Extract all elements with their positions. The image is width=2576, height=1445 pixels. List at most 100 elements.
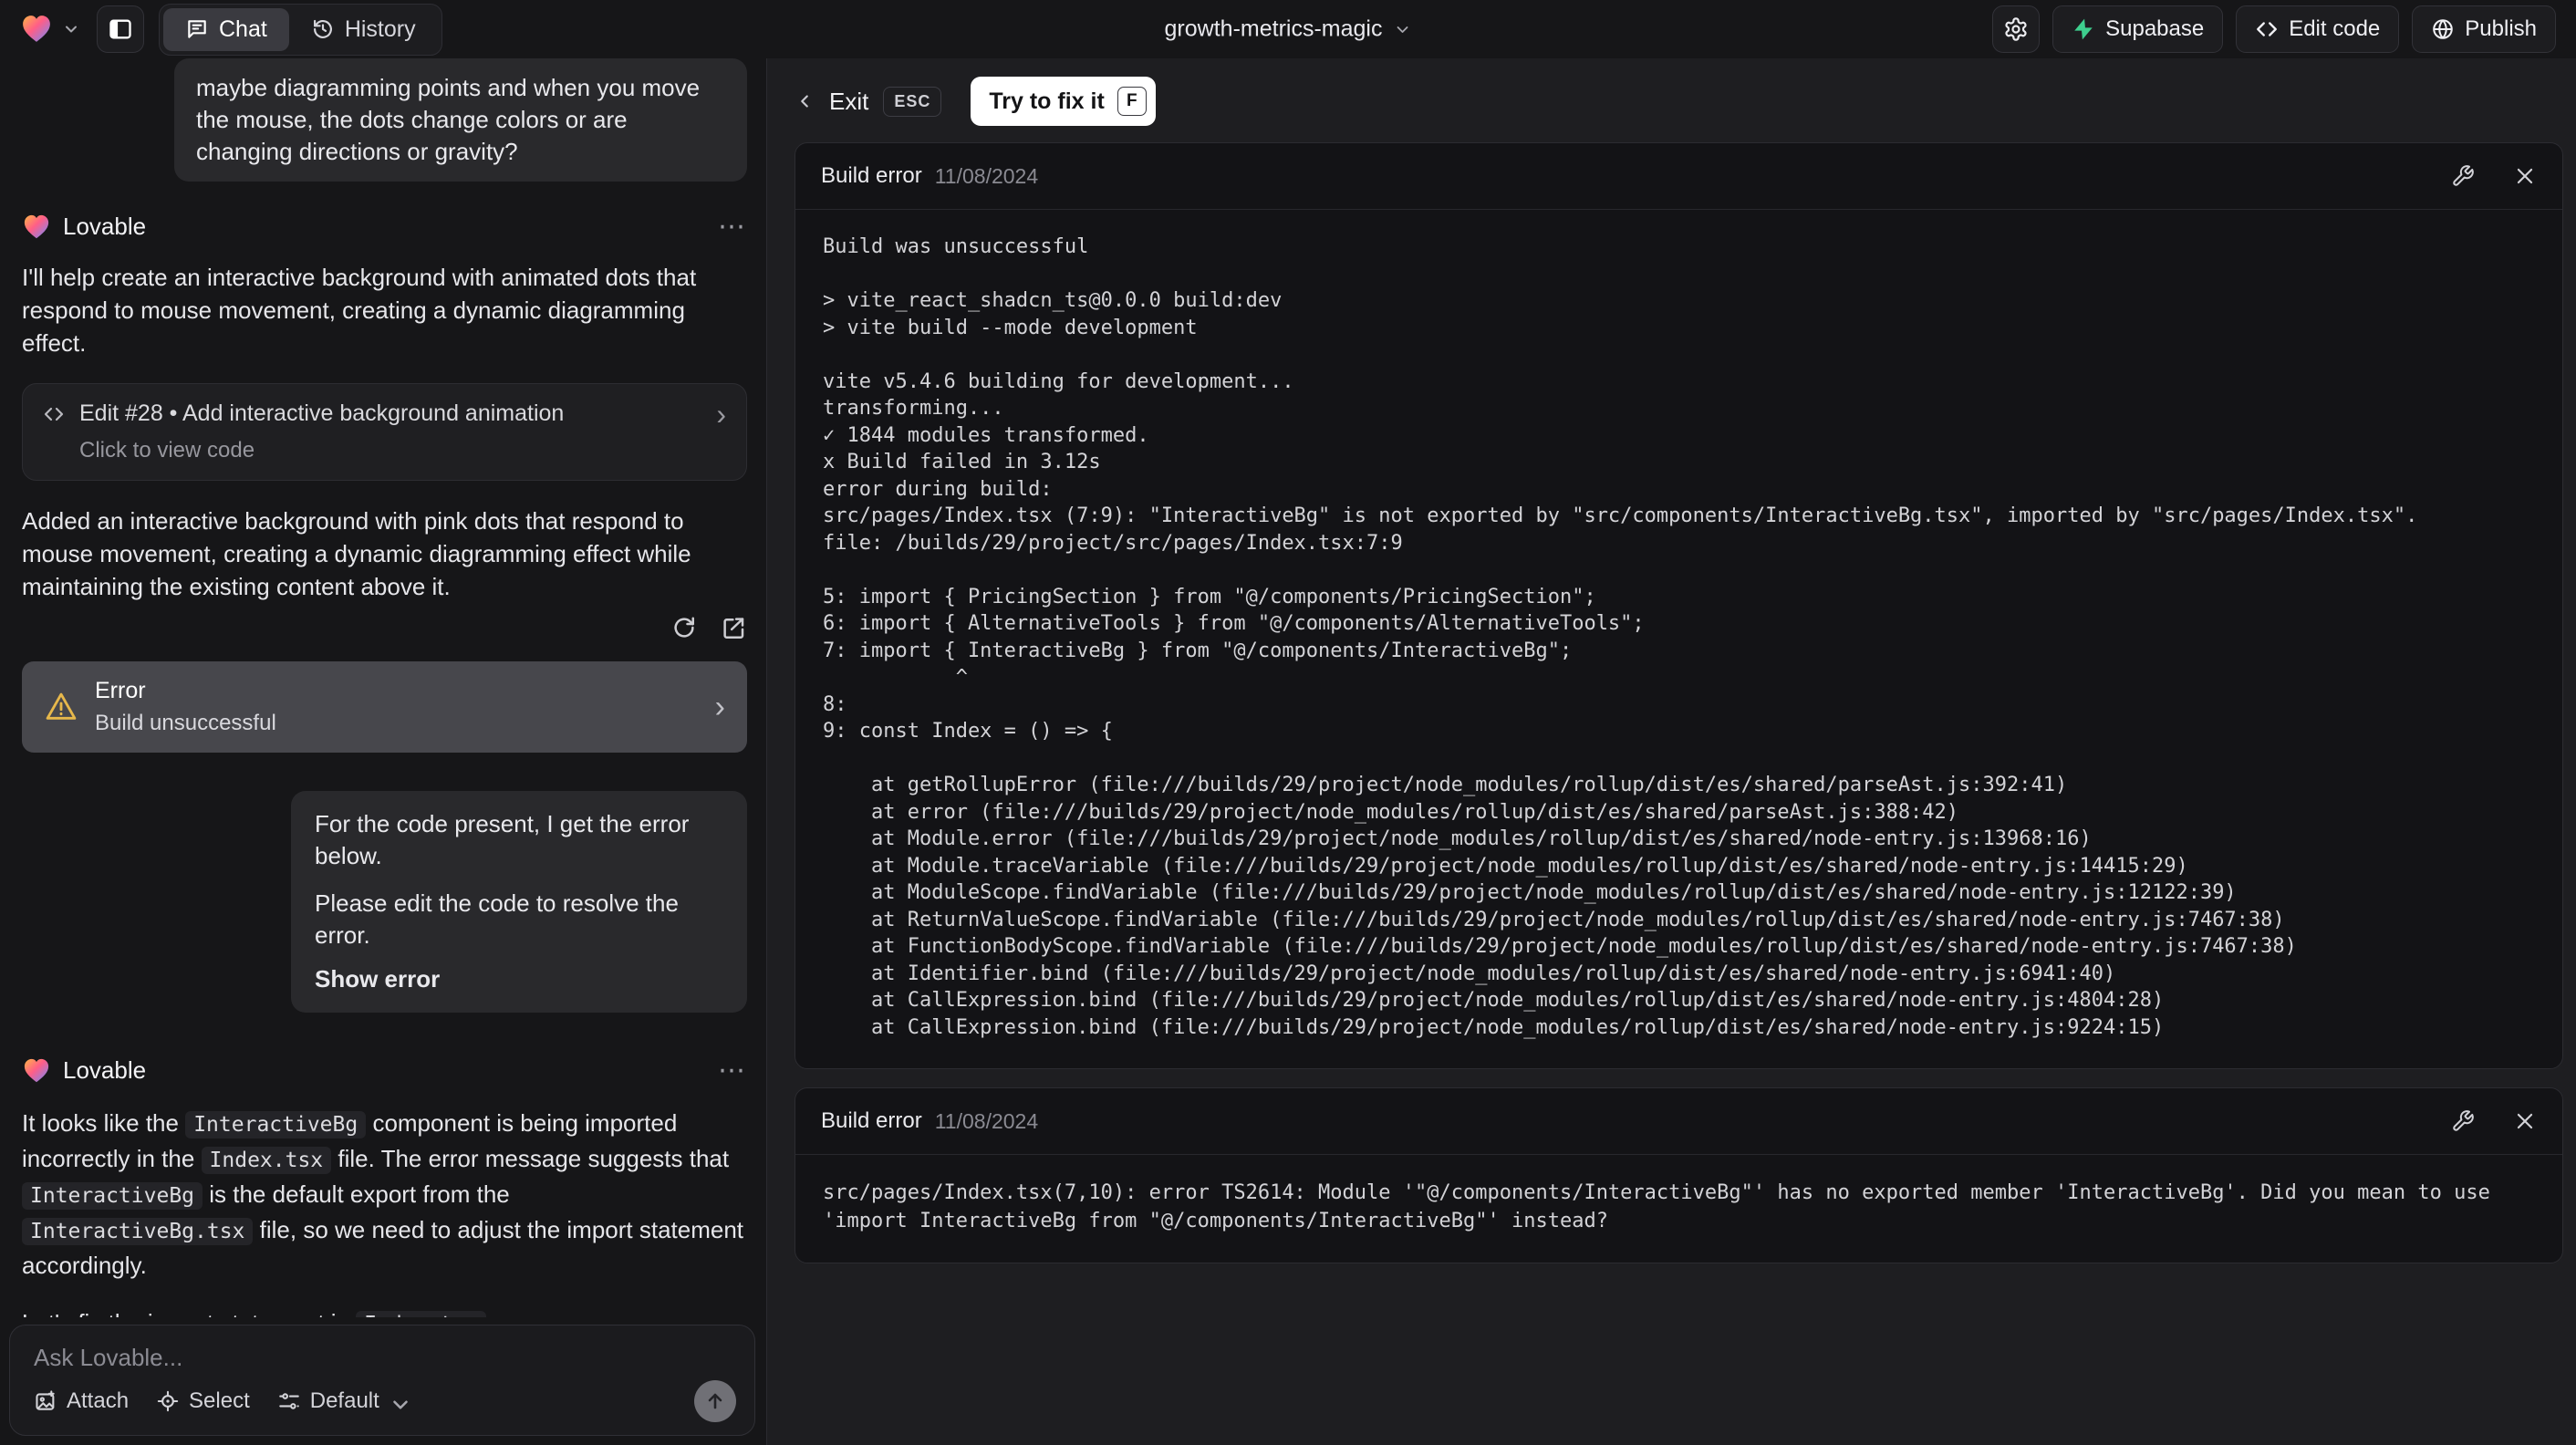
try-to-fix-button[interactable]: Try to fix it F: [971, 77, 1156, 126]
publish-button[interactable]: Publish: [2412, 5, 2556, 53]
assistant-message: Added an interactive background with pin…: [22, 507, 691, 600]
chevron-right-icon: ›: [716, 397, 726, 431]
tab-chat-label: Chat: [219, 16, 267, 42]
sliders-icon: [278, 1393, 299, 1409]
build-error-card-1: Build error 11/08/2024 Build was unsucce…: [795, 142, 2563, 1069]
main-split: maybe diagramming points and when you mo…: [0, 58, 2576, 1445]
wrench-icon[interactable]: [2451, 1109, 2475, 1133]
send-button[interactable]: [694, 1380, 736, 1422]
lovable-heart-icon: [23, 16, 50, 42]
error-card-subtitle: Build unsuccessful: [95, 711, 276, 735]
error-card-title: Error: [95, 678, 146, 703]
chat-history-tabs: Chat History: [159, 3, 442, 56]
build-error-list: Build error 11/08/2024 Build was unsucce…: [767, 137, 2576, 1263]
user-message-line: Please edit the code to resolve the erro…: [315, 889, 679, 949]
image-attach-icon: [36, 1390, 55, 1410]
preview-panel: Exit ESC Try to fix it F Build error 11/…: [767, 58, 2576, 1445]
build-error-card-2: Build error 11/08/2024 src/pages/Index.t…: [795, 1087, 2563, 1263]
select-button[interactable]: Select: [156, 1388, 250, 1414]
chat-panel: maybe diagramming points and when you mo…: [0, 58, 767, 1445]
more-menu-icon[interactable]: ⋯: [718, 1055, 747, 1086]
topbar-actions: Supabase Edit code Publish: [1992, 5, 2556, 53]
chevron-down-icon: [1393, 20, 1411, 38]
assistant-header: Lovable ⋯: [22, 1055, 747, 1086]
assistant-message: Let's fix the import statement in Index.…: [22, 1306, 747, 1317]
refresh-icon[interactable]: [670, 614, 698, 641]
publish-label: Publish: [2465, 16, 2537, 41]
build-error-title: Build error: [821, 163, 922, 188]
globe-icon: [2433, 19, 2454, 39]
wrench-icon[interactable]: [2451, 164, 2475, 188]
lovable-heart-icon: [24, 214, 49, 238]
chat-message-list[interactable]: maybe diagramming points and when you mo…: [0, 58, 766, 1317]
assistant-message: I'll help create an interactive backgrou…: [22, 264, 697, 357]
build-error-date: 11/08/2024: [934, 163, 1039, 188]
esc-key-badge: ESC: [883, 86, 942, 117]
message-actions: [22, 614, 747, 641]
panel-toggle-icon: [109, 19, 131, 39]
show-error-link[interactable]: Show error: [315, 963, 723, 995]
user-message: maybe diagramming points and when you mo…: [174, 58, 747, 182]
edit-code-button[interactable]: Edit code: [2236, 5, 2400, 53]
build-log: src/pages/Index.tsx(7,10): error TS2614:…: [823, 1181, 2503, 1232]
edit-card-28[interactable]: Edit #28 • Add interactive background an…: [22, 383, 747, 481]
code-icon: [44, 407, 64, 421]
build-error-header: Build error 11/08/2024: [795, 143, 2562, 210]
project-switcher[interactable]: growth-metrics-magic: [1165, 16, 1412, 43]
project-name: growth-metrics-magic: [1164, 16, 1383, 42]
lovable-heart-icon: [24, 1058, 49, 1082]
supabase-button[interactable]: Supabase: [2052, 5, 2224, 53]
assistant-message: It looks like the InteractiveBg componen…: [22, 1109, 744, 1279]
edit-card-title: Edit #28 • Add interactive background an…: [79, 400, 565, 426]
close-icon[interactable]: [2513, 1109, 2537, 1133]
user-message: For the code present, I get the error be…: [291, 791, 747, 1013]
f-key-badge: F: [1117, 87, 1147, 116]
more-menu-icon[interactable]: ⋯: [718, 211, 747, 243]
attach-label: Attach: [67, 1388, 130, 1413]
history-icon: [313, 19, 332, 38]
build-error-header: Build error 11/08/2024: [795, 1088, 2562, 1155]
chevron-down-icon: [389, 1393, 408, 1409]
gear-icon: [2005, 17, 2027, 41]
composer-toolbar: Attach Select Default: [34, 1380, 736, 1422]
mode-dropdown[interactable]: Default: [277, 1388, 408, 1414]
edit-card-subtitle: Click to view code: [79, 438, 255, 463]
chevron-left-icon: [795, 91, 815, 111]
chevron-down-icon: [62, 20, 80, 38]
brand-menu[interactable]: [20, 14, 80, 45]
supabase-label: Supabase: [2105, 16, 2205, 41]
build-log: Build was unsuccessful > vite_react_shad…: [823, 235, 2418, 1039]
preview-header: Exit ESC Try to fix it F: [767, 58, 2576, 137]
chevron-right-icon: ›: [714, 689, 725, 724]
try-to-fix-label: Try to fix it: [989, 88, 1105, 114]
tab-chat[interactable]: Chat: [163, 7, 289, 51]
build-error-card[interactable]: Error Build unsuccessful ›: [22, 661, 747, 753]
attach-button[interactable]: Attach: [34, 1388, 129, 1414]
app-window: Chat History growth-metrics-magic Supaba…: [0, 0, 2576, 1445]
crosshair-icon: [157, 1390, 179, 1412]
mode-label: Default: [309, 1388, 379, 1413]
build-error-date: 11/08/2024: [934, 1108, 1039, 1133]
warning-triangle-icon: [46, 692, 77, 720]
external-link-icon[interactable]: [720, 614, 747, 641]
code-icon: [2257, 22, 2278, 36]
close-icon[interactable]: [2513, 164, 2537, 188]
send-arrow-icon: [708, 1393, 722, 1409]
panel-toggle-button[interactable]: [97, 5, 144, 53]
composer-placeholder[interactable]: Ask Lovable...: [34, 1344, 736, 1372]
exit-button[interactable]: Exit ESC: [795, 86, 942, 117]
assistant-name: Lovable: [63, 1056, 147, 1084]
select-label: Select: [189, 1388, 250, 1413]
build-error-title: Build error: [821, 1108, 922, 1133]
topbar: Chat History growth-metrics-magic Supaba…: [0, 0, 2576, 58]
chat-composer[interactable]: Ask Lovable... Attach Select Default: [9, 1325, 755, 1436]
tab-history[interactable]: History: [289, 8, 438, 51]
exit-label: Exit: [829, 87, 869, 115]
assistant-name: Lovable: [63, 213, 147, 240]
build-error-body: src/pages/Index.tsx(7,10): error TS2614:…: [795, 1155, 2562, 1263]
settings-button[interactable]: [1992, 5, 2041, 53]
supabase-bolt-icon: [2074, 18, 2093, 40]
edit-code-label: Edit code: [2289, 16, 2381, 41]
user-message-line: For the code present, I get the error be…: [315, 810, 690, 869]
assistant-header: Lovable ⋯: [22, 211, 747, 243]
